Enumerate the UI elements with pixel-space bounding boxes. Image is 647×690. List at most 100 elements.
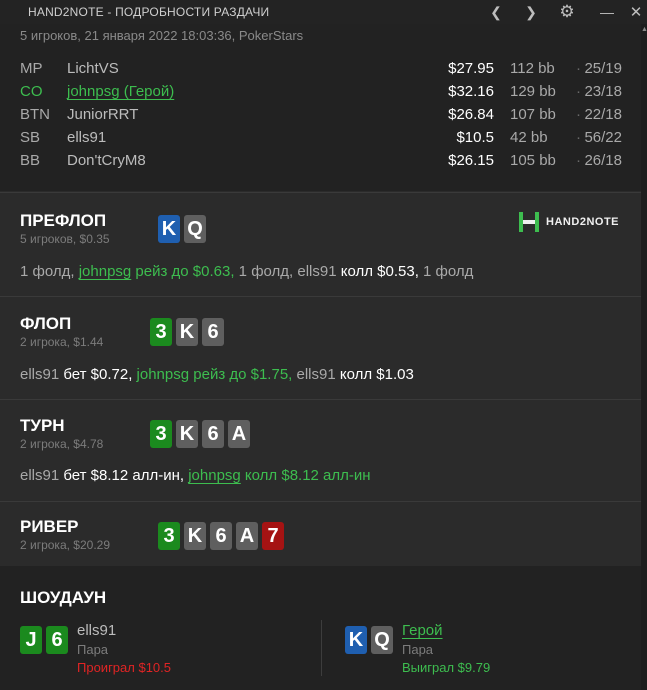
player-name[interactable]: JuniorRRT <box>67 106 138 123</box>
section-river: РИВЕР 2 игрока, $20.29 3 K 6 A 7 <box>0 501 641 567</box>
action-text: 1 фолд, <box>20 263 79 280</box>
playing-card: 3 <box>150 420 172 448</box>
playing-card: K <box>176 420 198 448</box>
hero-name[interactable]: Герой <box>402 622 443 639</box>
player-name[interactable]: ells91 <box>67 129 106 146</box>
player-name[interactable]: LichtVS <box>67 60 119 77</box>
board-cards: 3 K 6 A <box>150 420 250 448</box>
action-text: колл $8.12 алл-ин <box>240 467 371 484</box>
player-bb: 129 bb <box>510 83 556 100</box>
player-position: BTN <box>20 106 50 123</box>
playing-card: Q <box>184 215 206 243</box>
player-row: SB ells91 $10.5 42 bb · 56/22 <box>20 129 630 152</box>
section-showdown: ШОУДАУН J 6 ells91 Пара Проиграл $10.5 K… <box>0 566 641 690</box>
logo-text: HAND2NOTE <box>546 216 619 228</box>
playing-card: 6 <box>202 318 224 346</box>
hero-showdown-cards: K Q <box>345 626 393 654</box>
villain-cards: J 6 <box>20 626 68 654</box>
action-text: колл $0.53, <box>340 263 419 280</box>
player-link[interactable]: johnpsg <box>79 263 132 280</box>
separator-dot: · <box>576 152 581 169</box>
gear-icon[interactable]: ⚙ <box>555 0 579 24</box>
player-bb: 105 bb <box>510 152 556 169</box>
street-title: ФЛОП <box>20 314 72 333</box>
street-actions: ells91 бет $8.12 алл-ин, johnpsg колл $8… <box>20 467 371 484</box>
player-stack: $26.84 <box>448 106 494 123</box>
section-flop: ФЛОП 2 игрока, $1.44 3 K 6 ells91 бет $0… <box>0 296 641 399</box>
players-table: MP LichtVS $27.95 112 bb · 25/19 CO john… <box>20 60 630 175</box>
playing-card: K <box>158 215 180 243</box>
hand-meta: 5 игроков, 21 января 2022 18:03:36, Poke… <box>20 28 304 43</box>
player-stats: 23/18 <box>584 83 622 100</box>
player-stack: $10.5 <box>456 129 494 146</box>
playing-card: A <box>228 420 250 448</box>
playing-card: 3 <box>158 522 180 550</box>
separator-dot: · <box>576 129 581 146</box>
hand-header: 5 игроков, 21 января 2022 18:03:36, Poke… <box>0 24 641 191</box>
player-stack: $26.15 <box>448 152 494 169</box>
player-bb: 107 bb <box>510 106 556 123</box>
playing-card: A <box>236 522 258 550</box>
player-bb: 42 bb <box>510 129 548 146</box>
street-actions: 1 фолд, johnpsg рейз до $0.63, 1 фолд, e… <box>20 263 473 280</box>
player-name[interactable]: Don'tCryM8 <box>67 152 146 169</box>
section-turn: ТУРН 2 игрока, $4.78 3 K 6 A ells91 бет … <box>0 399 641 501</box>
player-row-hero: CO johnpsg (Герой) $32.16 129 bb · 23/18 <box>20 83 630 106</box>
street-actions: ells91 бет $0.72, johnpsg рейз до $1.75,… <box>20 366 414 383</box>
hero-cards: K Q <box>158 215 206 243</box>
player-position: MP <box>20 60 43 77</box>
scroll-up-icon[interactable]: ▲ <box>641 26 647 34</box>
scrollbar[interactable] <box>641 24 647 690</box>
playing-card: 6 <box>46 626 68 654</box>
player-stats: 26/18 <box>584 152 622 169</box>
player-bb: 112 bb <box>510 60 555 77</box>
player-stack: $27.95 <box>448 60 494 77</box>
playing-card: K <box>345 626 367 654</box>
minimize-icon[interactable]: — <box>595 0 619 24</box>
hero-result: Выиграл $9.79 <box>402 660 491 675</box>
villain-name[interactable]: ells91 <box>77 622 116 639</box>
player-stats: 22/18 <box>584 106 622 123</box>
action-text: ells91 <box>20 467 64 484</box>
close-icon[interactable]: ✕ <box>624 0 647 24</box>
action-text: бет $0.72, <box>63 366 133 383</box>
action-text: 1 фолд <box>418 263 474 280</box>
playing-card: 3 <box>150 318 172 346</box>
hero-hand: Пара <box>402 642 434 657</box>
street-title: РИВЕР <box>20 517 79 536</box>
showdown-title: ШОУДАУН <box>20 588 107 607</box>
playing-card: K <box>176 318 198 346</box>
forward-icon[interactable]: ❯ <box>519 0 543 24</box>
street-subtitle: 2 игрока, $20.29 <box>20 538 110 552</box>
hand2note-logo-icon <box>518 211 540 233</box>
playing-card: J <box>20 626 42 654</box>
action-text: бет $8.12 алл-ин, <box>63 467 185 484</box>
street-title: ТУРН <box>20 416 65 435</box>
action-text: колл $1.03 <box>339 366 414 383</box>
action-text: рейз до $0.63, <box>131 263 235 280</box>
back-icon[interactable]: ❮ <box>484 0 508 24</box>
action-text: ells91 <box>20 366 64 383</box>
player-link[interactable]: johnpsg <box>188 467 241 484</box>
playing-card: 7 <box>262 522 284 550</box>
playing-card: 6 <box>202 420 224 448</box>
separator-dot: · <box>576 83 581 100</box>
hand2note-logo: HAND2NOTE <box>518 211 619 233</box>
playing-card: Q <box>371 626 393 654</box>
showdown-divider <box>321 620 322 676</box>
street-subtitle: 2 игрока, $1.44 <box>20 335 104 349</box>
street-subtitle: 5 игроков, $0.35 <box>20 232 110 246</box>
player-row: BTN JuniorRRT $26.84 107 bb · 22/18 <box>20 106 630 129</box>
street-title: ПРЕФЛОП <box>20 211 107 230</box>
player-position: BB <box>20 152 41 169</box>
player-stats: 25/19 <box>584 60 622 77</box>
action-text: johnpsg рейз до $1.75, <box>132 366 293 383</box>
villain-hand: Пара <box>77 642 109 657</box>
player-stack: $32.16 <box>448 83 494 100</box>
player-name[interactable]: johnpsg (Герой) <box>67 83 174 100</box>
board-cards: 3 K 6 A 7 <box>158 522 284 550</box>
playing-card: 6 <box>210 522 232 550</box>
playing-card: K <box>184 522 206 550</box>
separator-dot: · <box>576 106 581 123</box>
title-bar: HAND2NOTE - ПОДРОБНОСТИ РАЗДАЧИ ❮ ❯ ⚙ — … <box>0 0 647 24</box>
